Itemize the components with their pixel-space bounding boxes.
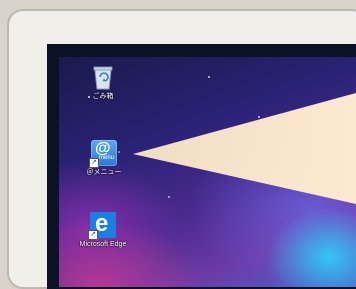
desktop-icon-microsoft-edge[interactable]: e ↗ Microsoft Edge <box>73 210 133 249</box>
shortcut-arrow-icon: ↗ <box>88 230 98 240</box>
at-menu-icon: @ menu ↗ <box>89 140 117 168</box>
desktop-icon-label: Microsoft Edge <box>79 241 127 248</box>
desktop-icon-label: ＠メニュー <box>86 169 122 176</box>
edge-icon: e ↗ <box>88 210 116 240</box>
desktop-icon-recycle-bin[interactable]: ごみ箱 <box>73 64 133 101</box>
desktop-icon-label: ごみ箱 <box>92 93 114 100</box>
shortcut-arrow-icon: ↗ <box>89 158 99 168</box>
recycle-bin-icon <box>92 64 114 90</box>
menu-glyph-text: menu <box>99 155 115 161</box>
desktop-icon-at-menu[interactable]: @ menu ↗ ＠メニュー <box>74 140 134 177</box>
